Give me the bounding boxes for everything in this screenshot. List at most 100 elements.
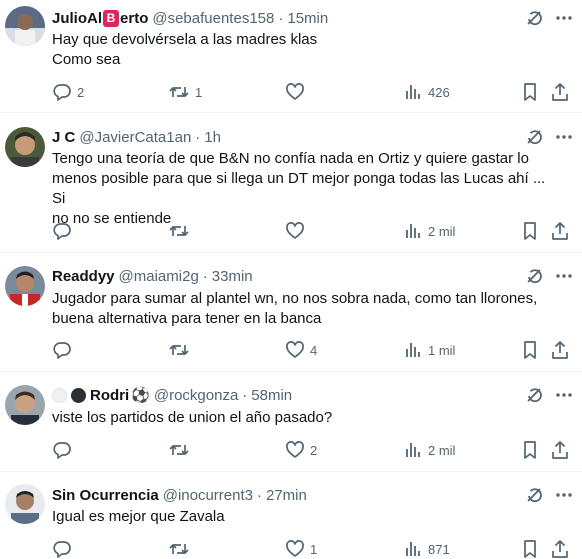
bookmark-icon bbox=[524, 222, 536, 240]
display-name[interactable]: J C bbox=[52, 129, 75, 146]
reply-icon bbox=[53, 84, 71, 101]
reply-icon bbox=[53, 541, 71, 558]
retweet-button[interactable] bbox=[168, 220, 195, 242]
like-icon bbox=[286, 83, 304, 100]
action-bar: 2 2 mil bbox=[52, 439, 572, 461]
share-button[interactable] bbox=[550, 81, 570, 103]
display-name[interactable]: Rodri ⚽ bbox=[52, 386, 150, 404]
reply-button[interactable]: 2 bbox=[52, 81, 84, 103]
black-circle-emoji bbox=[71, 387, 86, 403]
share-icon bbox=[552, 441, 568, 459]
tweet-text-line: Hay que devolvérsela a las madres klas bbox=[52, 31, 318, 48]
user-handle[interactable]: @inocurrent3 bbox=[163, 487, 253, 504]
display-name-text: Rodri bbox=[90, 386, 130, 404]
bookmark-button[interactable] bbox=[520, 81, 540, 103]
retweet-icon bbox=[169, 544, 189, 554]
share-button[interactable] bbox=[550, 220, 570, 242]
share-button[interactable] bbox=[550, 439, 570, 461]
avatar[interactable] bbox=[5, 484, 45, 524]
tweet[interactable]: Readdyy @maiami2g · 33min Jugador para s… bbox=[0, 253, 582, 372]
grok-icon[interactable] bbox=[524, 8, 544, 28]
reply-feed: JulioAl Berto @sebafuentes158 · 15min Hay… bbox=[0, 0, 582, 559]
timestamp[interactable]: 33min bbox=[212, 268, 253, 285]
avatar[interactable] bbox=[5, 6, 45, 46]
reply-button[interactable] bbox=[52, 339, 77, 361]
retweet-button[interactable]: 1 bbox=[168, 81, 202, 103]
timestamp[interactable]: 1h bbox=[204, 129, 221, 146]
bookmark-button[interactable] bbox=[520, 339, 540, 361]
avatar[interactable] bbox=[5, 385, 45, 425]
user-handle[interactable]: @JavierCata1an bbox=[79, 129, 191, 146]
more-options-icon[interactable] bbox=[554, 266, 574, 286]
grok-icon[interactable] bbox=[524, 385, 544, 405]
bookmark-icon bbox=[524, 83, 536, 101]
tweet[interactable]: Rodri ⚽ @rockgonza · 58min viste los part… bbox=[0, 372, 582, 472]
views-icon bbox=[406, 443, 420, 457]
display-name-part: erto bbox=[120, 9, 149, 27]
bookmark-icon bbox=[524, 341, 536, 359]
tweet[interactable]: Sin Ocurrencia @inocurrent3 · 27min Igua… bbox=[0, 472, 582, 559]
retweet-icon bbox=[169, 87, 189, 97]
tweet-text: viste los partidos de union el año pasad… bbox=[52, 408, 562, 428]
retweet-button[interactable] bbox=[168, 439, 195, 461]
like-button[interactable] bbox=[285, 81, 310, 103]
tweet[interactable]: JulioAl Berto @sebafuentes158 · 15min Hay… bbox=[0, 0, 582, 113]
user-handle[interactable]: @sebafuentes158 bbox=[152, 10, 274, 27]
more-options-icon[interactable] bbox=[554, 385, 574, 405]
grok-icon[interactable] bbox=[524, 266, 544, 286]
soccer-ball-emoji: ⚽ bbox=[131, 387, 150, 404]
views-icon bbox=[406, 542, 420, 556]
timestamp[interactable]: 27min bbox=[266, 487, 307, 504]
display-name[interactable]: JulioAl Berto bbox=[52, 9, 149, 27]
separator-dot: · bbox=[278, 9, 284, 27]
share-icon bbox=[552, 341, 568, 359]
bookmark-icon bbox=[524, 441, 536, 459]
tweet-header: Rodri ⚽ @rockgonza · 58min bbox=[52, 385, 522, 405]
more-options-icon[interactable] bbox=[554, 485, 574, 505]
views-button[interactable]: 2 mil bbox=[403, 220, 455, 242]
avatar[interactable] bbox=[5, 266, 45, 306]
views-icon bbox=[406, 85, 420, 99]
grok-icon[interactable] bbox=[524, 485, 544, 505]
like-button[interactable] bbox=[285, 220, 310, 242]
views-button[interactable]: 2 mil bbox=[403, 439, 455, 461]
action-bar: 1 871 bbox=[52, 538, 572, 559]
reply-button[interactable] bbox=[52, 220, 77, 242]
share-icon bbox=[552, 83, 568, 101]
reply-count: 2 bbox=[77, 84, 85, 100]
share-icon bbox=[552, 222, 568, 240]
views-button[interactable]: 426 bbox=[403, 81, 450, 103]
like-button[interactable]: 4 bbox=[285, 339, 317, 361]
bookmark-button[interactable] bbox=[520, 439, 540, 461]
like-button[interactable]: 2 bbox=[285, 439, 317, 461]
tweet[interactable]: J C @JavierCata1an · 1h Tengo una teoría… bbox=[0, 113, 582, 253]
tweet-text-line: Jugador para sumar al plantel wn, no nos… bbox=[52, 290, 538, 307]
user-handle[interactable]: @maiami2g bbox=[119, 268, 199, 285]
retweet-button[interactable] bbox=[168, 339, 195, 361]
tweet-header: Readdyy @maiami2g · 33min bbox=[52, 266, 522, 286]
share-button[interactable] bbox=[550, 339, 570, 361]
tweet-header: J C @JavierCata1an · 1h bbox=[52, 127, 522, 147]
user-handle[interactable]: @rockgonza bbox=[154, 387, 238, 404]
tweet-text-line: buena alternativa para tener en la banca bbox=[52, 310, 322, 327]
reply-button[interactable] bbox=[52, 538, 77, 559]
share-button[interactable] bbox=[550, 538, 570, 559]
timestamp[interactable]: 58min bbox=[251, 387, 292, 404]
more-options-icon[interactable] bbox=[554, 127, 574, 147]
more-options-icon[interactable] bbox=[554, 8, 574, 28]
bookmark-button[interactable] bbox=[520, 538, 540, 559]
views-count: 1 mil bbox=[428, 342, 456, 358]
display-name[interactable]: Sin Ocurrencia bbox=[52, 487, 159, 504]
share-icon bbox=[552, 540, 568, 558]
display-name[interactable]: Readdyy bbox=[52, 268, 115, 285]
views-button[interactable]: 871 bbox=[403, 538, 450, 559]
bookmark-button[interactable] bbox=[520, 220, 540, 242]
like-count: 4 bbox=[310, 342, 318, 358]
timestamp[interactable]: 15min bbox=[287, 10, 328, 27]
grok-icon[interactable] bbox=[524, 127, 544, 147]
reply-button[interactable] bbox=[52, 439, 77, 461]
retweet-button[interactable] bbox=[168, 538, 195, 559]
avatar[interactable] bbox=[5, 127, 45, 167]
views-button[interactable]: 1 mil bbox=[403, 339, 455, 361]
like-button[interactable]: 1 bbox=[285, 538, 317, 559]
